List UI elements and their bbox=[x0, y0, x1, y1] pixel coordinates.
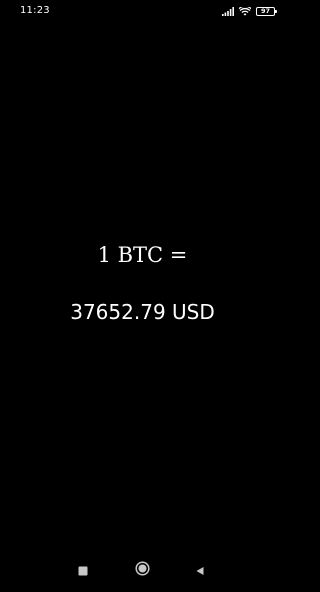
cellular-signal-icon bbox=[222, 6, 234, 16]
back-button[interactable] bbox=[192, 562, 208, 578]
rate-value: 37652.79 USD bbox=[70, 300, 215, 324]
battery-level: 97 bbox=[260, 6, 271, 15]
battery-icon: 97 bbox=[256, 6, 277, 16]
square-icon bbox=[78, 561, 88, 580]
home-button[interactable] bbox=[134, 560, 150, 580]
wifi-icon bbox=[239, 6, 251, 16]
back-triangle-icon bbox=[195, 561, 205, 580]
status-bar: 11:23 97 bbox=[0, 0, 285, 24]
circle-icon bbox=[134, 560, 150, 580]
status-time: 11:23 bbox=[20, 5, 50, 16]
navigation-bar bbox=[0, 554, 285, 592]
system-icons: 97 bbox=[222, 5, 277, 17]
rate-label: 1 BTC = bbox=[97, 243, 188, 267]
recents-button[interactable] bbox=[75, 562, 91, 578]
